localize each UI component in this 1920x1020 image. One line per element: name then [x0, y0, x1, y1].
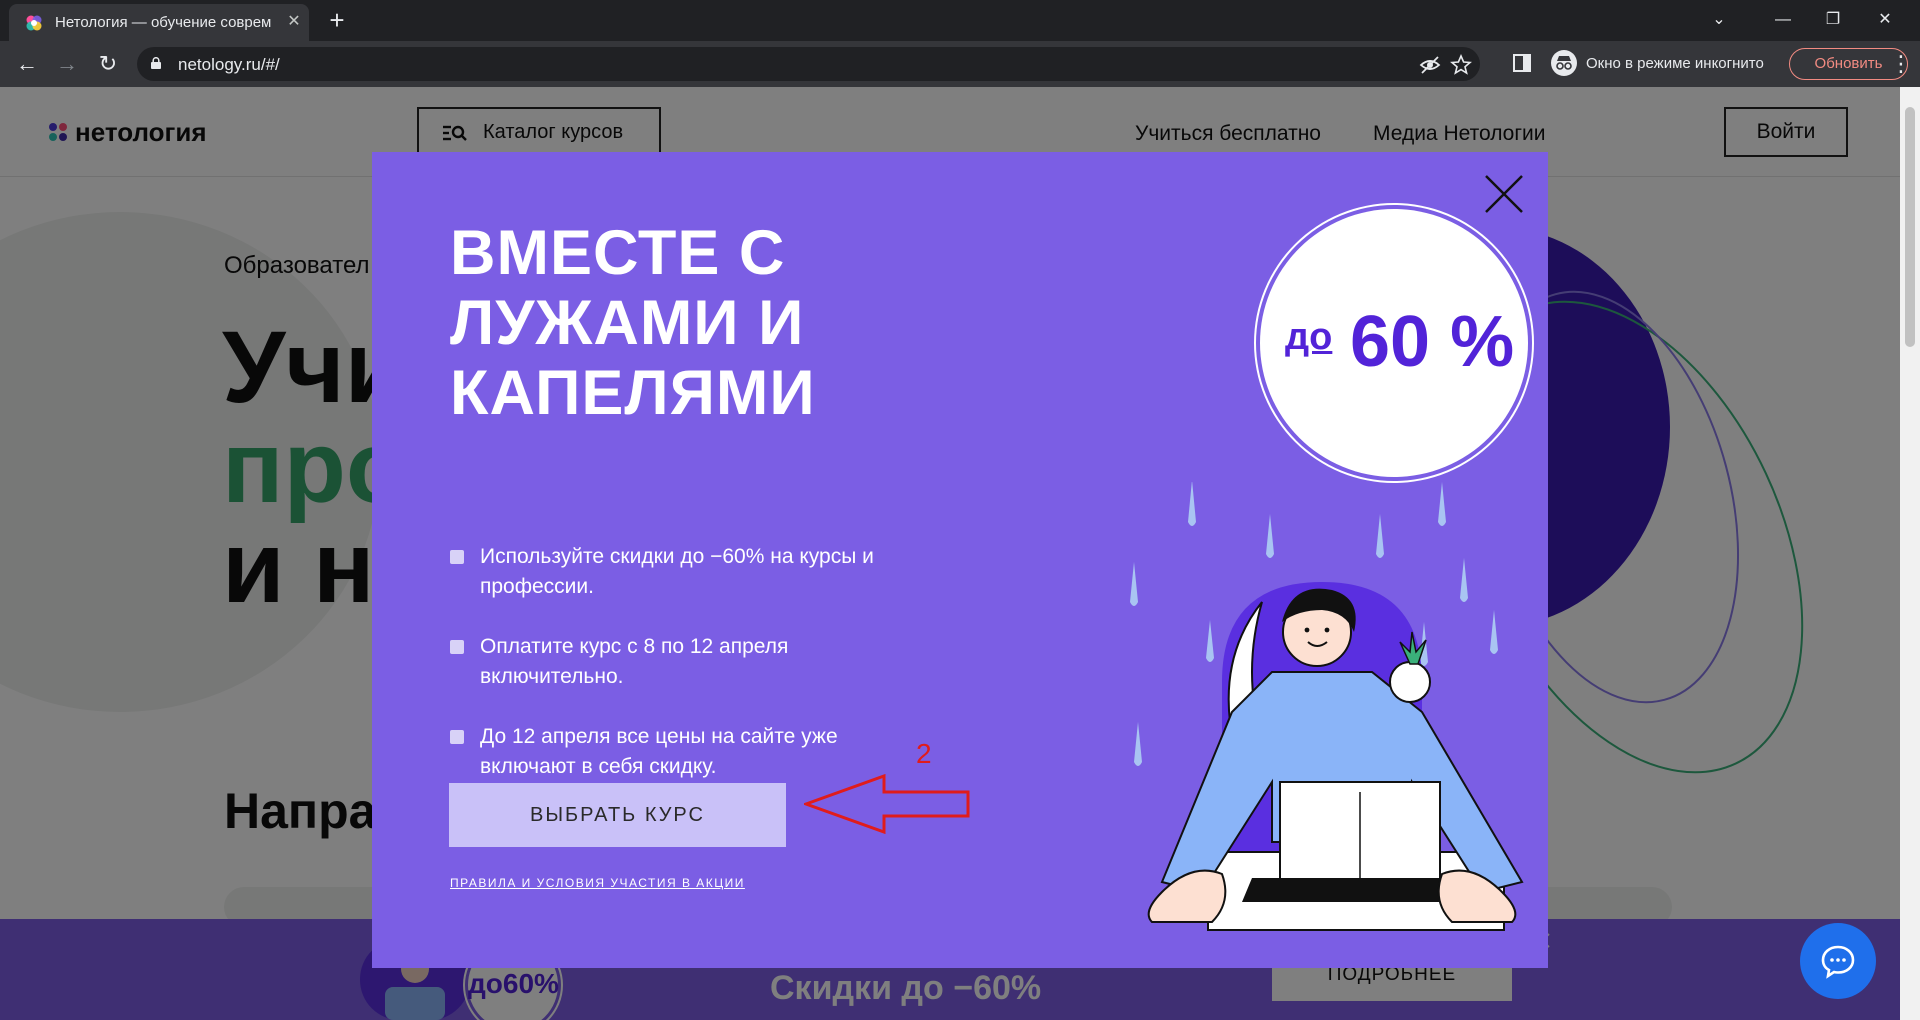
- page-scrollbar[interactable]: [1900, 87, 1920, 1020]
- chat-button[interactable]: [1800, 923, 1876, 999]
- browser-tab-bar: Нетология — обучение соврем ✕ + ⌄ — ❐ ✕: [0, 0, 1920, 41]
- chat-bubble-icon: [1821, 945, 1855, 979]
- tab-title: Нетология — обучение соврем: [55, 14, 272, 31]
- discount-badge: до 60 %: [1260, 209, 1528, 477]
- eye-off-icon[interactable]: [1419, 54, 1441, 76]
- modal-title-line-3: КАПЕЛЯМИ: [450, 358, 816, 428]
- restore-icon[interactable]: ❐: [1818, 6, 1848, 34]
- modal-close-icon[interactable]: [1482, 172, 1526, 216]
- page-viewport: нетология Каталог курсов Учиться бесплат…: [0, 87, 1900, 1020]
- annotation-arrow: [804, 774, 970, 834]
- scrollbar-thumb[interactable]: [1905, 107, 1915, 347]
- address-bar[interactable]: netology.ru/#/: [137, 47, 1480, 81]
- menu-kebab-icon[interactable]: ⋮: [1890, 50, 1912, 78]
- promo-modal: ВМЕСТЕ С ЛУЖАМИ И КАПЕЛЯМИ Используйте с…: [372, 152, 1548, 968]
- rain-character-illustration: [1130, 482, 1524, 931]
- modal-title-line-1: ВМЕСТЕ С: [450, 218, 786, 288]
- browser-tab-active[interactable]: Нетология — обучение соврем ✕: [9, 4, 309, 41]
- bullet-text: До 12 апреля все цены на сайте уже включ…: [480, 725, 838, 778]
- annotation-number: 2: [916, 738, 932, 769]
- netology-favicon-icon: [26, 15, 42, 31]
- reload-icon[interactable]: ↻: [94, 50, 122, 78]
- back-icon[interactable]: ←: [13, 50, 41, 78]
- bullet-square-icon: [450, 640, 464, 654]
- new-tab-icon[interactable]: +: [324, 7, 350, 34]
- choose-course-button[interactable]: ВЫБРАТЬ КУРС: [449, 783, 786, 847]
- modal-title: ВМЕСТЕ С ЛУЖАМИ И КАПЕЛЯМИ: [450, 218, 816, 428]
- modal-bullet: До 12 апреля все цены на сайте уже включ…: [450, 722, 900, 782]
- side-panel-icon[interactable]: [1511, 52, 1533, 74]
- window-close-icon[interactable]: ✕: [1870, 6, 1900, 34]
- bookmark-star-icon[interactable]: [1450, 54, 1472, 76]
- bullet-square-icon: [450, 550, 464, 564]
- forward-icon[interactable]: →: [53, 50, 81, 78]
- modal-bullet: Используйте скидки до −60% на курсы и пр…: [450, 542, 900, 602]
- tab-close-icon[interactable]: ✕: [284, 12, 304, 32]
- discount-value: 60 %: [1350, 302, 1515, 382]
- discount-prefix: до: [1285, 316, 1333, 358]
- incognito-label: Окно в режиме инкогнито: [1586, 55, 1764, 72]
- modal-title-line-2: ЛУЖАМИ И: [450, 288, 805, 358]
- browser-toolbar: ← → ↻ netology.ru/#/ Окно в режиме инког…: [0, 41, 1920, 87]
- bullet-text: Оплатите курс с 8 по 12 апреля включител…: [480, 635, 789, 688]
- lock-icon: [151, 57, 161, 69]
- modal-bullet: Оплатите курс с 8 по 12 апреля включител…: [450, 632, 900, 692]
- minimize-icon[interactable]: —: [1768, 6, 1798, 34]
- url-text: netology.ru/#/: [178, 55, 280, 74]
- incognito-icon[interactable]: [1551, 50, 1577, 76]
- bullet-square-icon: [450, 730, 464, 744]
- tab-search-chevron-icon[interactable]: ⌄: [1704, 6, 1734, 34]
- bullet-text: Используйте скидки до −60% на курсы и пр…: [480, 545, 874, 598]
- promo-rules-link[interactable]: ПРАВИЛА И УСЛОВИЯ УЧАСТИЯ В АКЦИИ: [450, 876, 745, 890]
